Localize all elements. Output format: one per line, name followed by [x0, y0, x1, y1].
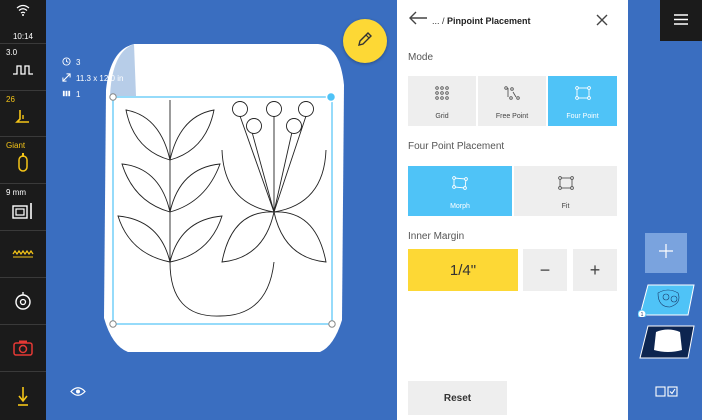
margin-decrease-button[interactable]: − [523, 249, 567, 291]
hoop-button[interactable]: Giant [0, 137, 46, 184]
back-button[interactable] [408, 11, 428, 30]
reset-button[interactable]: Reset [408, 381, 507, 415]
resize-icon [62, 73, 76, 84]
edit-button[interactable] [343, 19, 387, 63]
plus-icon [659, 243, 673, 263]
position-button[interactable] [0, 278, 46, 325]
presser-foot-icon [0, 109, 46, 125]
design-canvas[interactable]: 3 11.3 x 12.0 in 1 [46, 0, 397, 420]
wifi-icon [0, 4, 46, 16]
design-area[interactable] [46, 0, 397, 420]
morph-icon [452, 176, 468, 190]
clock-icon [62, 57, 76, 68]
needle-down-icon [0, 386, 46, 408]
checkbox-compare-icon [655, 384, 679, 401]
layer-thumbnail-1[interactable]: 1 [637, 283, 698, 319]
mode-grid-button[interactable]: Grid [408, 76, 476, 126]
mode-free-point-button[interactable]: Free Point [478, 76, 546, 126]
layer-thumbnail-2[interactable] [638, 324, 698, 360]
corner-handle-top-right[interactable] [325, 91, 337, 103]
panel-title: Pinpoint Placement [447, 16, 531, 26]
close-button[interactable] [596, 13, 608, 31]
close-icon [596, 13, 608, 30]
clock-status: 10:14 [0, 0, 46, 44]
stitch-count-icon [62, 89, 76, 100]
stitch-length-button[interactable]: 3.0 [0, 44, 46, 91]
eye-icon [70, 384, 86, 401]
needle-button[interactable] [0, 372, 46, 420]
svg-text:1: 1 [641, 312, 644, 317]
breadcrumb: ... / Pinpoint Placement [432, 16, 531, 26]
menu-button[interactable] [660, 0, 702, 41]
corner-handle-bottom-left[interactable] [109, 320, 117, 328]
info-count-value: 3 [76, 58, 81, 67]
mode-four-point-button[interactable]: Four Point [548, 76, 617, 126]
compare-view-button[interactable] [655, 384, 679, 402]
mode-four-point-label: Four Point [566, 113, 599, 120]
location-pin-icon [0, 292, 46, 312]
foot-size-value: 9 mm [6, 188, 26, 197]
stitch-length-value: 3.0 [6, 48, 18, 57]
info-layers-value: 1 [76, 90, 81, 99]
camera-icon [0, 340, 46, 356]
grid-icon [435, 86, 449, 100]
info-layers: 1 [62, 89, 80, 100]
breadcrumb-prefix: ... / [432, 16, 448, 26]
stitch-length-icon [0, 62, 46, 78]
info-size-value: 11.3 x 12.0 in [76, 74, 124, 83]
four-point-heading: Four Point Placement [408, 141, 505, 152]
four-point-icon [575, 86, 591, 100]
add-layer-button[interactable] [645, 233, 687, 273]
needle-plate-icon [0, 202, 46, 220]
placement-morph-button[interactable]: Morph [408, 166, 512, 216]
pencil-icon [356, 30, 374, 53]
camera-button[interactable] [0, 325, 46, 372]
placement-fit-label: Fit [561, 203, 570, 210]
free-point-icon [504, 86, 520, 100]
pinpoint-panel: ... / Pinpoint Placement Mode Grid Free … [397, 0, 628, 420]
hoop-icon [0, 153, 46, 173]
visibility-toggle[interactable] [70, 384, 86, 402]
info-count: 3 [62, 57, 80, 68]
inner-margin-value[interactable]: 1/4" [408, 249, 518, 291]
mode-free-point-label: Free Point [495, 113, 529, 120]
mode-heading: Mode [408, 52, 434, 63]
hoop-name: Giant [6, 141, 26, 150]
foot-size-button[interactable]: 9 mm [0, 184, 46, 231]
info-size: 11.3 x 12.0 in [62, 73, 123, 84]
arrow-left-icon [408, 11, 428, 29]
placement-morph-label: Morph [450, 203, 470, 210]
zigzag-stitch-icon [0, 249, 46, 259]
left-toolbar: 10:14 3.0 26 Giant 9 mm [0, 0, 46, 420]
corner-handle-bottom-right[interactable] [328, 320, 336, 328]
clock-text: 10:14 [12, 32, 34, 41]
hamburger-icon [674, 12, 688, 30]
fit-icon [558, 176, 574, 190]
placement-fit-button[interactable]: Fit [514, 166, 617, 216]
corner-handle-top-left[interactable] [109, 93, 117, 101]
stitch-pattern-button[interactable] [0, 231, 46, 278]
stitch-width-button[interactable]: 26 [0, 91, 46, 137]
margin-increase-button[interactable]: + [573, 249, 617, 291]
inner-margin-heading: Inner Margin [408, 231, 465, 242]
mode-grid-label: Grid [435, 113, 449, 120]
stitch-width-value: 26 [6, 95, 15, 104]
